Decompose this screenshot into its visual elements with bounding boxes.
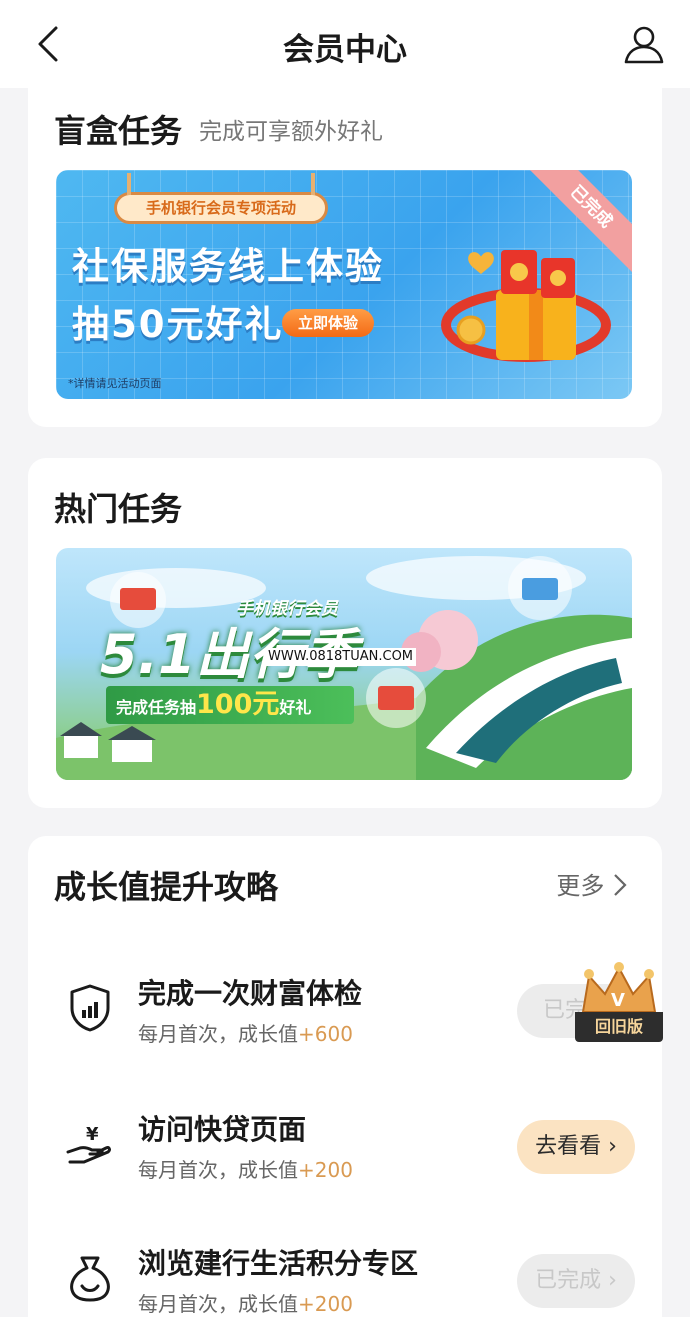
blind-box-subtitle: 完成可享额外好礼 [199, 119, 383, 145]
task-completed-button[interactable]: 已完成 › [517, 1254, 635, 1308]
task-title: 完成一次财富体检 [138, 977, 363, 1010]
svg-text:¥: ¥ [86, 1124, 99, 1145]
hand-coin-icon: ¥ [66, 1124, 111, 1164]
gift-box-icon [441, 250, 611, 362]
strip-amount: 100元 [196, 689, 280, 720]
task-subtitle: 每月首次，成长值+200 [138, 1292, 353, 1316]
task-subtitle: 每月首次，成长值+600 [138, 1022, 353, 1046]
banner-cta-button[interactable]: 立即体验 [282, 309, 374, 337]
hot-tasks-title: 热门任务 [54, 490, 183, 528]
travel-season-banner[interactable]: 手机银行会员 5.1出行季 完成任务抽100元好礼 WWW.0818TUAN.C… [56, 548, 632, 780]
banner-tag: 手机银行会员专项活动 [114, 173, 328, 224]
more-label: 更多 [556, 872, 605, 900]
task-row: ¥ 访问快贷页面 每月首次，成长值+200 去看看 › [28, 1098, 662, 1198]
more-link[interactable]: 更多 [556, 866, 628, 901]
growth-strategy-card: 成长值提升攻略 更多 完成一次财富体检 每月首次，成长值+600 已完成 ¥ 访… [28, 836, 662, 1317]
task-row: 浏览建行生活积分专区 每月首次，成长值+200 已完成 › [28, 1232, 662, 1317]
old-version-label: 回旧版 [575, 1012, 663, 1042]
hot-tasks-card: 热门任务 手机银行会员 5.1出行季 完成任务抽100元好礼 WWW.0818T… [28, 458, 662, 808]
chevron-right-icon [614, 874, 627, 896]
money-bag-icon [70, 1256, 110, 1302]
task-subtitle: 每月首次，成长值+200 [138, 1158, 353, 1182]
task-row: 完成一次财富体检 每月首次，成长值+600 已完成 [28, 962, 662, 1062]
task-points: +200 [298, 1292, 353, 1316]
strip-suffix: 好礼 [279, 698, 312, 717]
task-title: 访问快贷页面 [138, 1113, 307, 1146]
top-bar: 会员中心 [0, 0, 690, 88]
growth-title: 成长值提升攻略 [54, 868, 279, 906]
watermark-text: WWW.0818TUAN.COM [265, 648, 417, 666]
task-points: +600 [298, 1022, 353, 1046]
crown-icon: V [581, 962, 657, 1013]
strip-prefix: 完成任务抽 [116, 698, 197, 717]
task-points: +200 [298, 1158, 353, 1182]
banner-headline-2: 抽50元好礼 [72, 303, 284, 346]
old-version-badge[interactable]: V 回旧版 [575, 962, 663, 1042]
banner-headline-1: 社保服务线上体验 [72, 245, 384, 288]
shield-chart-icon [70, 984, 110, 1032]
svg-text:V: V [611, 990, 625, 1011]
blind-box-title: 盲盒任务 [54, 112, 183, 150]
user-profile-icon[interactable] [622, 22, 666, 66]
task-title: 浏览建行生活积分专区 [138, 1247, 419, 1280]
blind-box-card: 盲盒任务 完成可享额外好礼 手机银行会员专项活动 社保服务线上体验 抽50元好礼… [28, 70, 662, 427]
banner-prize-strip: 完成任务抽100元好礼 [106, 686, 354, 724]
go-view-button[interactable]: 去看看 › [517, 1120, 635, 1174]
social-security-banner[interactable]: 手机银行会员专项活动 社保服务线上体验 抽50元好礼 立即体验 *详情请见活动页… [56, 170, 632, 399]
page-title: 会员中心 [283, 32, 407, 68]
banner-note: *详情请见活动页面 [68, 377, 162, 390]
